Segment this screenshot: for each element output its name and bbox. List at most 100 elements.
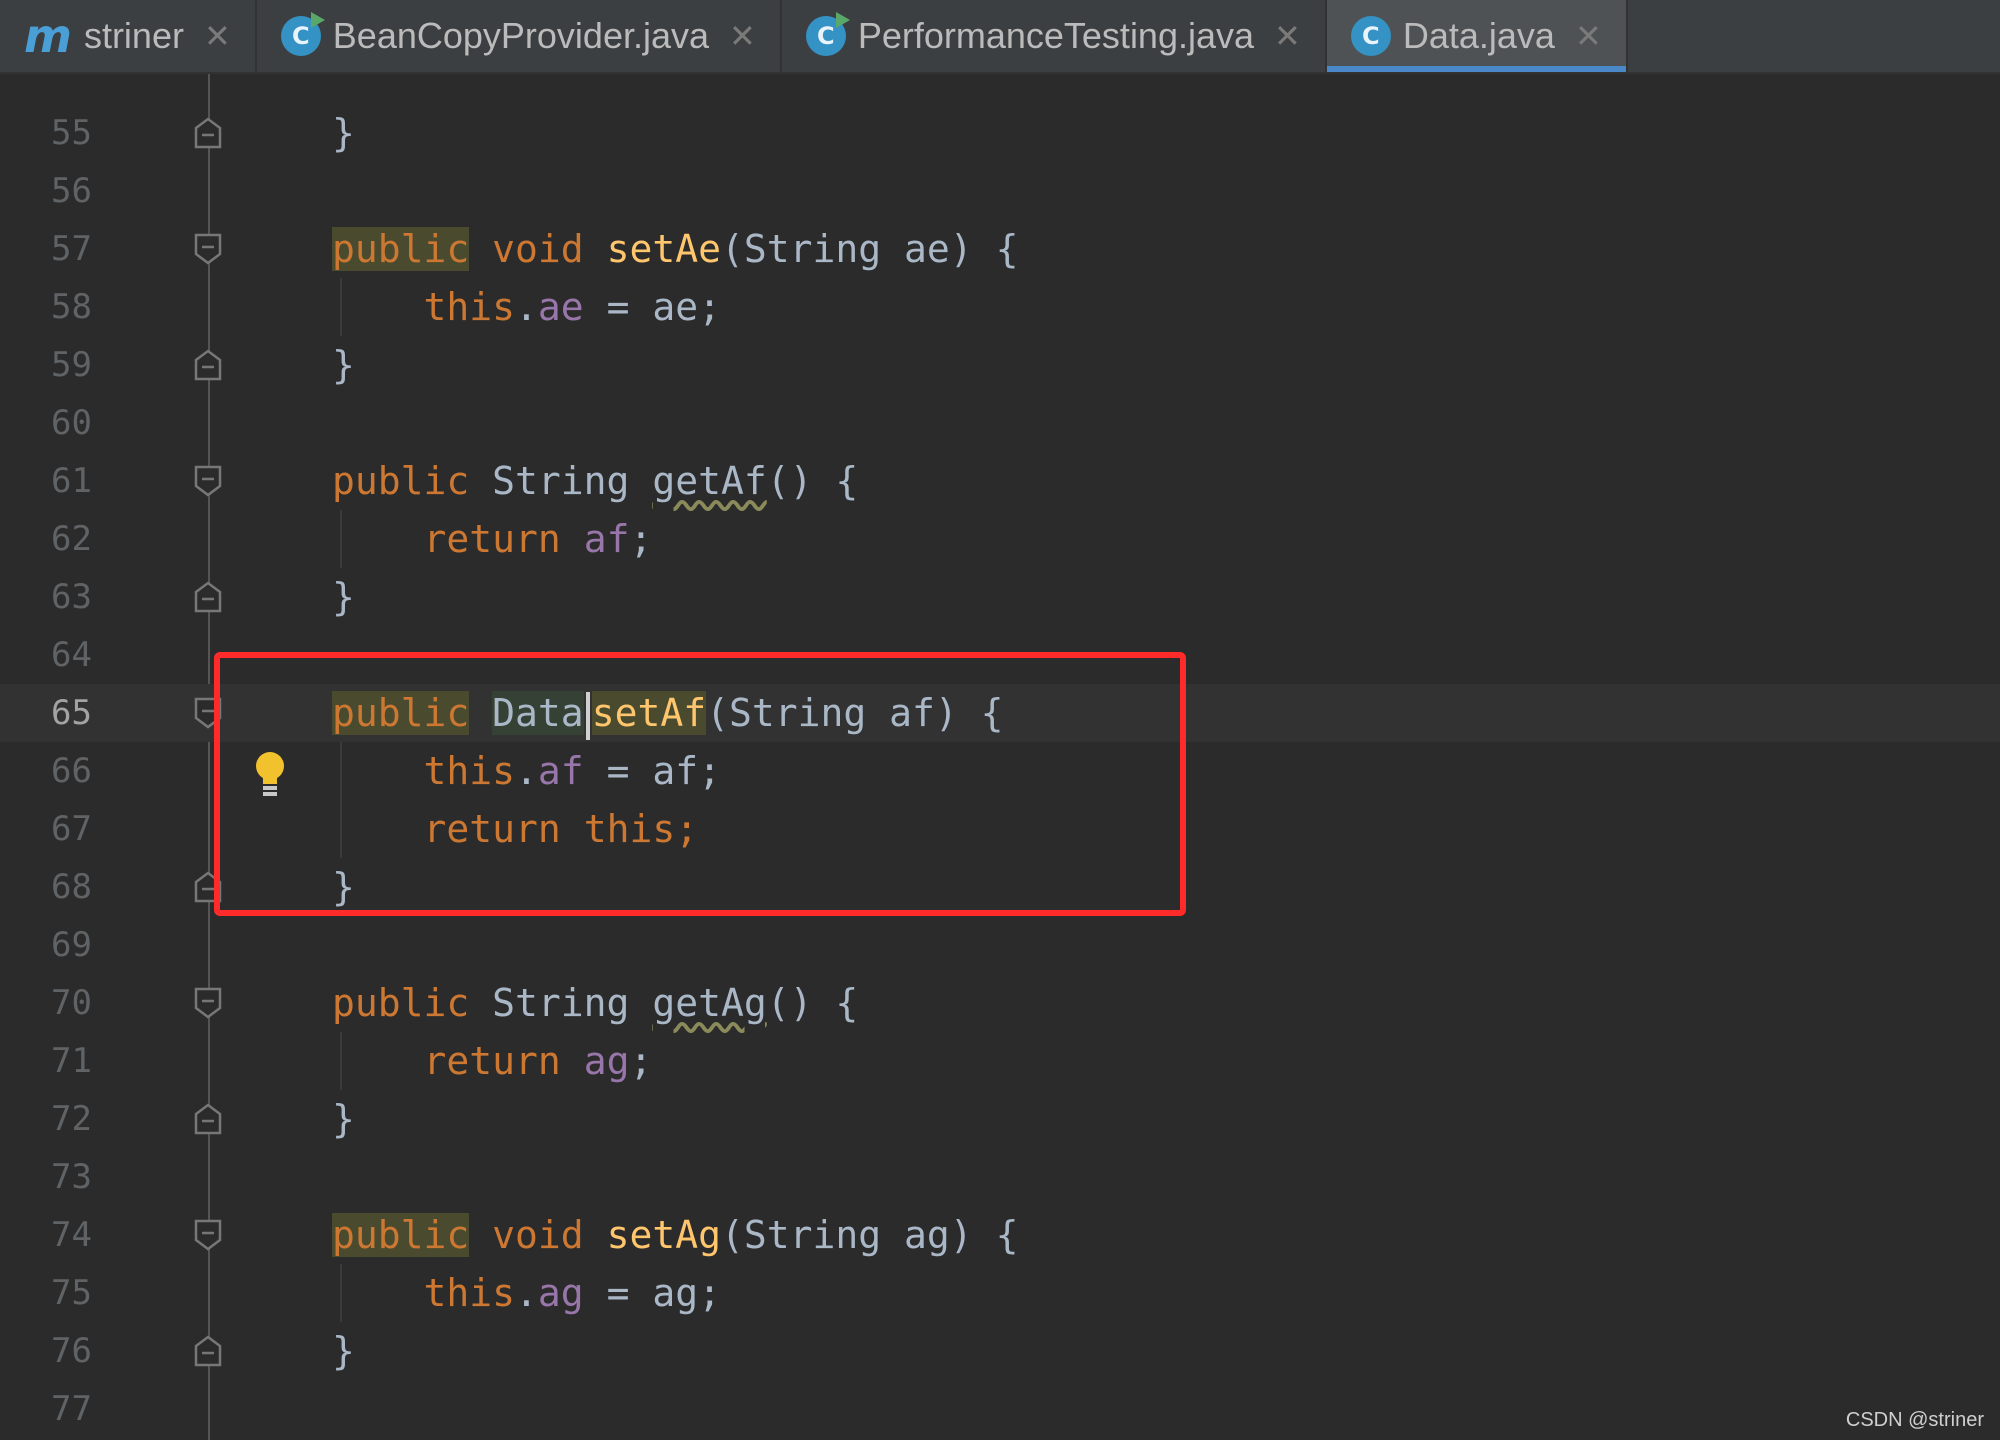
line-number: 70 xyxy=(51,983,92,1023)
code-line[interactable]: 77 xyxy=(0,1380,2000,1438)
code-text: return af; xyxy=(423,517,653,561)
code-text: return ag; xyxy=(423,1039,653,1083)
code-text: } xyxy=(332,1097,355,1141)
indent-guide xyxy=(340,1032,342,1090)
code-text: } xyxy=(332,343,355,387)
tab-performancetesting[interactable]: C PerformanceTesting.java ✕ xyxy=(782,0,1327,72)
line-number: 55 xyxy=(51,113,92,153)
code-line[interactable]: 64 xyxy=(0,626,2000,684)
line-number: 74 xyxy=(51,1215,92,1255)
code-text: public void setAg(String ag) { xyxy=(332,1213,1019,1257)
line-number: 65 xyxy=(51,693,92,733)
code-line[interactable]: 71 return ag; xyxy=(0,1032,2000,1090)
line-number: 61 xyxy=(51,461,92,501)
lightbulb-icon[interactable] xyxy=(252,750,288,800)
line-number: 57 xyxy=(51,229,92,269)
module-m-icon: m xyxy=(24,9,72,63)
fold-end-icon[interactable] xyxy=(193,348,223,382)
tab-striner[interactable]: m striner ✕ xyxy=(0,0,257,72)
line-number: 75 xyxy=(51,1273,92,1313)
indent-guide xyxy=(340,742,342,858)
close-icon[interactable]: ✕ xyxy=(1575,17,1602,55)
code-text: this.ag = ag; xyxy=(423,1271,721,1315)
code-line[interactable]: 59 } xyxy=(0,336,2000,394)
fold-start-icon[interactable] xyxy=(193,696,223,730)
code-line[interactable]: 66 this.af = af; xyxy=(0,742,2000,800)
fold-start-icon[interactable] xyxy=(193,232,223,266)
code-line[interactable]: 61 public String getAf() { xyxy=(0,452,2000,510)
fold-start-icon[interactable] xyxy=(193,464,223,498)
code-line[interactable]: 63 } xyxy=(0,568,2000,626)
indent-guide xyxy=(340,510,342,568)
indent-guide xyxy=(340,1264,342,1322)
code-line-current[interactable]: 65 public Data setAf(String af) { xyxy=(0,684,2000,742)
code-line[interactable]: 76 } xyxy=(0,1322,2000,1380)
code-line[interactable]: 67 return this; xyxy=(0,800,2000,858)
line-number: 76 xyxy=(51,1331,92,1371)
code-text: public String getAf() { xyxy=(332,459,859,503)
code-text: } xyxy=(332,111,355,155)
code-line[interactable]: 68 } xyxy=(0,858,2000,916)
code-text: } xyxy=(332,575,355,619)
line-number: 58 xyxy=(51,287,92,327)
java-class-runnable-icon: C xyxy=(280,12,325,56)
code-text: public Data setAf(String af) { xyxy=(332,684,1004,742)
code-line[interactable]: 70 public String getAg() { xyxy=(0,974,2000,1032)
line-number: 62 xyxy=(51,519,92,559)
code-line[interactable]: 57 public void setAe(String ae) { xyxy=(0,220,2000,278)
fold-end-icon[interactable] xyxy=(193,580,223,614)
fold-end-icon[interactable] xyxy=(193,116,223,150)
line-number: 64 xyxy=(51,635,92,675)
tab-data-java[interactable]: C Data.java ✕ xyxy=(1326,0,1628,72)
code-line[interactable]: 62 return af; xyxy=(0,510,2000,568)
indent-guide xyxy=(340,278,342,336)
tab-beancopyprovider[interactable]: C BeanCopyProvider.java ✕ xyxy=(257,0,782,72)
tab-label: PerformanceTesting.java xyxy=(857,15,1255,56)
line-number: 67 xyxy=(51,809,92,849)
text-caret xyxy=(585,691,590,740)
code-line[interactable]: 60 xyxy=(0,394,2000,452)
code-text: } xyxy=(332,1329,355,1373)
fold-end-icon[interactable] xyxy=(193,1102,223,1136)
code-line[interactable]: 74 public void setAg(String ag) { xyxy=(0,1206,2000,1264)
code-text: this.af = af; xyxy=(423,749,721,793)
line-number: 63 xyxy=(51,577,92,617)
line-number: 69 xyxy=(51,925,92,965)
tab-label: BeanCopyProvider.java xyxy=(332,15,710,56)
code-text: this.ae = ae; xyxy=(423,285,721,329)
line-number: 72 xyxy=(51,1099,92,1139)
fold-start-icon[interactable] xyxy=(193,1218,223,1252)
line-number: 59 xyxy=(51,345,92,385)
close-icon[interactable]: ✕ xyxy=(729,17,756,55)
code-text: public void setAe(String ae) { xyxy=(332,227,1019,271)
line-number: 71 xyxy=(51,1041,92,1081)
code-text: } xyxy=(332,865,355,909)
code-line[interactable]: 69 xyxy=(0,916,2000,974)
line-number: 73 xyxy=(51,1157,92,1197)
line-number: 60 xyxy=(51,403,92,443)
tab-label: striner xyxy=(83,15,184,56)
line-number: 68 xyxy=(51,867,92,907)
code-line[interactable]: 75 this.ag = ag; xyxy=(0,1264,2000,1322)
code-line[interactable]: 72 } xyxy=(0,1090,2000,1148)
java-class-runnable-icon: C xyxy=(805,12,850,56)
line-number: 56 xyxy=(51,171,92,211)
code-text: public String getAg() { xyxy=(332,981,859,1025)
tab-label: Data.java xyxy=(1402,15,1555,56)
close-icon[interactable]: ✕ xyxy=(204,17,231,55)
code-text: return this; xyxy=(423,807,699,851)
code-editor[interactable]: 55 } 56 57 public void setAe(String ae) … xyxy=(0,74,2000,1440)
close-icon[interactable]: ✕ xyxy=(1274,17,1301,55)
fold-end-icon[interactable] xyxy=(193,1334,223,1368)
code-line[interactable]: 73 xyxy=(0,1148,2000,1206)
editor-tab-bar: m striner ✕ C BeanCopyProvider.java ✕ C … xyxy=(0,0,2000,74)
fold-start-icon[interactable] xyxy=(193,986,223,1020)
fold-end-icon[interactable] xyxy=(193,870,223,904)
line-number: 77 xyxy=(51,1389,92,1429)
code-line[interactable]: 58 this.ae = ae; xyxy=(0,278,2000,336)
java-class-icon: C xyxy=(1350,16,1391,56)
watermark: CSDN @striner xyxy=(1845,1409,1984,1431)
code-line[interactable]: 55 } xyxy=(0,104,2000,162)
line-number: 66 xyxy=(51,751,92,791)
code-line[interactable]: 56 xyxy=(0,162,2000,220)
